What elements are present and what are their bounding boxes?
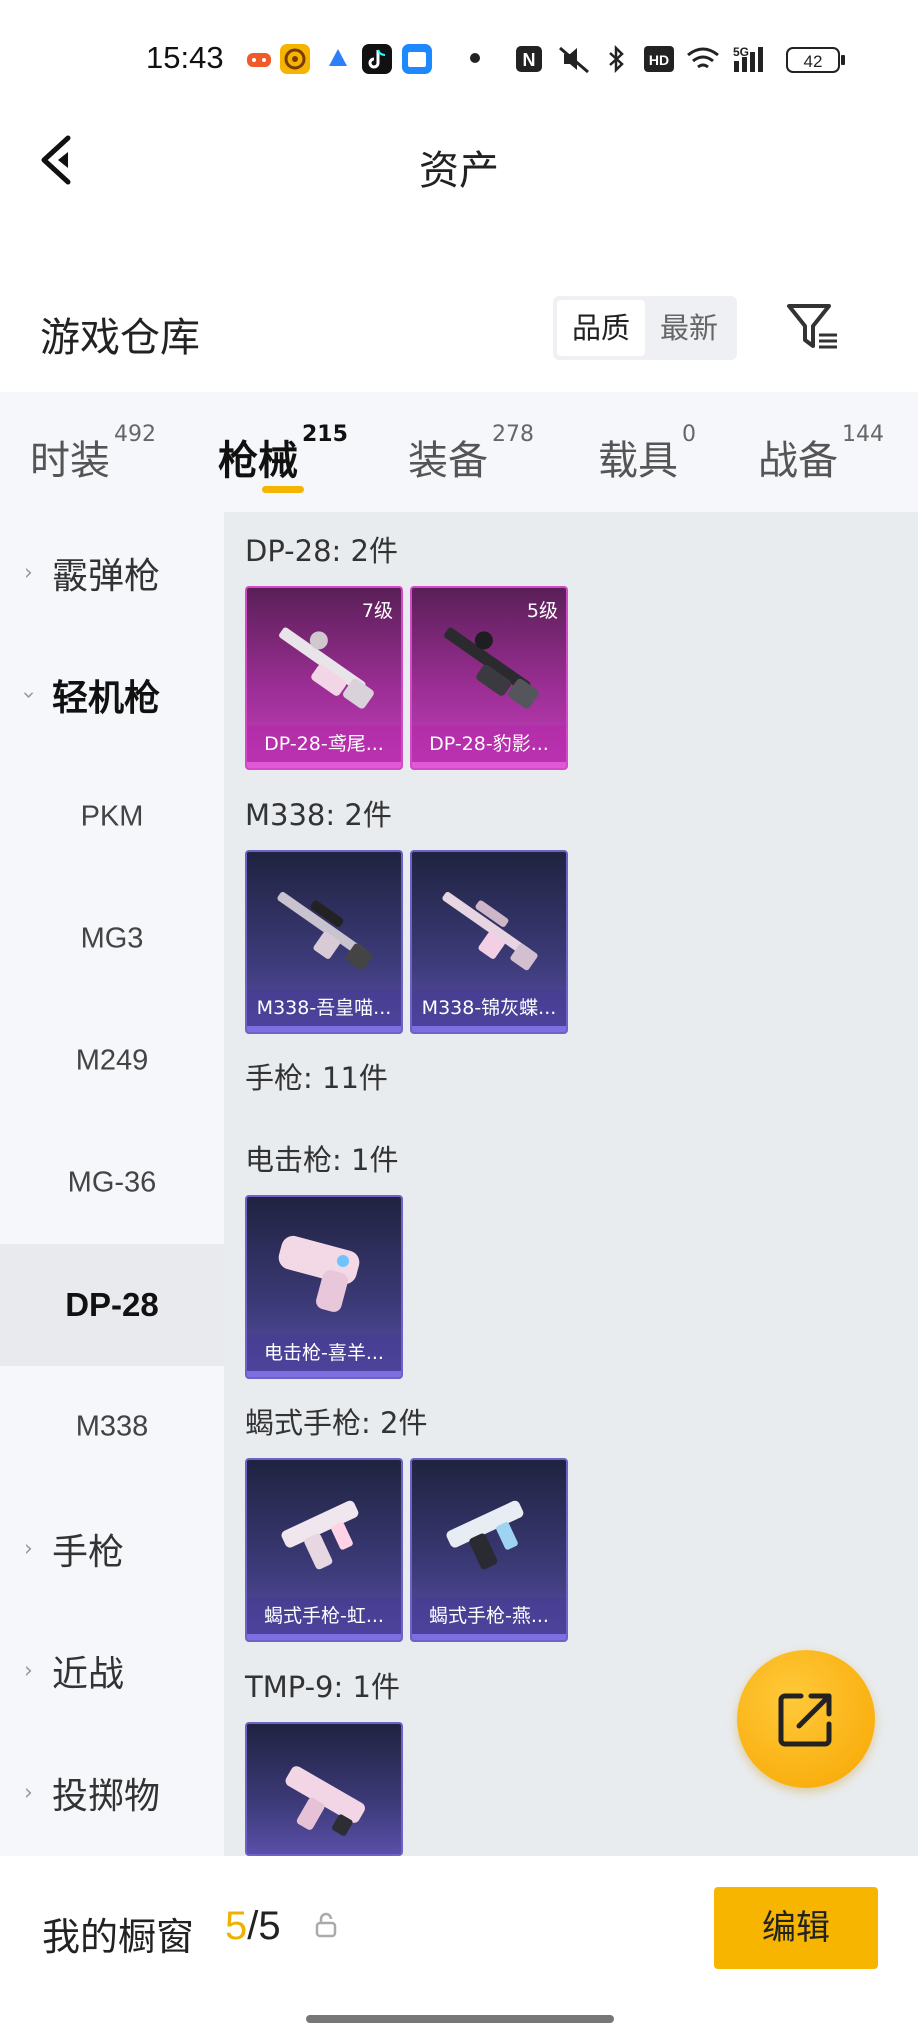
item-card[interactable] bbox=[245, 1722, 403, 1856]
home-indicator[interactable] bbox=[306, 2015, 614, 2023]
notification-dot-icon bbox=[470, 53, 480, 63]
sidebar-subitem-mg3[interactable]: MG3 bbox=[0, 878, 224, 1000]
group-title-stun-gun: 电击枪: 1件 bbox=[245, 1143, 399, 1177]
svg-text:N: N bbox=[523, 50, 536, 70]
item-card[interactable]: 5级 DP-28-豹影... bbox=[410, 586, 568, 770]
target-app-icon bbox=[280, 44, 310, 74]
rifle-image bbox=[277, 891, 373, 971]
files-app-icon bbox=[402, 44, 432, 74]
sidebar-item-melee[interactable]: › 近战 bbox=[0, 1610, 224, 1732]
status-time: 15:43 bbox=[146, 40, 224, 75]
tab-guns[interactable]: 枪械215 bbox=[218, 422, 348, 486]
svg-text:5G: 5G bbox=[733, 45, 749, 59]
status-bar: 15:43 N HD 5G 42 bbox=[0, 0, 918, 120]
tiktok-app-icon bbox=[362, 44, 392, 74]
showcase-label: 我的橱窗 bbox=[42, 1915, 195, 1959]
tab-fashion[interactable]: 时装492 bbox=[30, 422, 156, 486]
svg-text:HD: HD bbox=[649, 52, 669, 68]
item-card[interactable]: 7级 DP-28-鸢尾... bbox=[245, 586, 403, 770]
item-card[interactable]: M338-吾皇喵... bbox=[245, 850, 403, 1034]
edit-button[interactable]: 编辑 bbox=[714, 1887, 878, 1969]
sidebar-item-shotgun[interactable]: › 霰弹枪 bbox=[0, 512, 224, 634]
group-title-scorpion: 蝎式手枪: 2件 bbox=[245, 1406, 428, 1440]
machine-gun-image bbox=[444, 627, 539, 709]
item-card[interactable]: 蝎式手枪-燕... bbox=[410, 1458, 568, 1642]
bluetooth-icon bbox=[606, 44, 626, 74]
pistol-image bbox=[281, 1500, 359, 1570]
stun-gun-image bbox=[278, 1235, 360, 1312]
sidebar-subitem-m338[interactable]: M338 bbox=[0, 1366, 224, 1488]
group-title-dp28: DP-28: 2件 bbox=[245, 534, 398, 568]
share-export-button[interactable] bbox=[737, 1650, 875, 1788]
chevron-right-icon: › bbox=[24, 560, 33, 586]
sidebar-subitem-m249[interactable]: M249 bbox=[0, 1000, 224, 1122]
group-title-tmp9: TMP-9: 1件 bbox=[245, 1670, 400, 1704]
sidebar-item-throwables[interactable]: › 投掷物 bbox=[0, 1732, 224, 1854]
sort-toggle: 品质 最新 bbox=[553, 296, 737, 360]
group-title-pistol: 手枪: 11件 bbox=[245, 1061, 388, 1095]
item-card[interactable]: 蝎式手枪-虹... bbox=[245, 1458, 403, 1642]
chevron-right-icon: › bbox=[24, 1536, 33, 1562]
sidebar-subitem-pkm[interactable]: PKM bbox=[0, 756, 224, 878]
smg-image bbox=[285, 1766, 365, 1836]
rifle-image bbox=[442, 891, 538, 971]
share-icon bbox=[778, 1693, 832, 1747]
category-tabs: 时装492 枪械215 装备278 载具0 战备144 bbox=[0, 392, 918, 512]
tab-vehicles[interactable]: 载具0 bbox=[598, 422, 696, 486]
battery-icon: 42 bbox=[786, 46, 846, 74]
svg-text:42: 42 bbox=[804, 52, 823, 71]
section-title: 游戏仓库 bbox=[40, 315, 200, 361]
sidebar-item-pistol[interactable]: › 手枪 bbox=[0, 1488, 224, 1610]
filter-icon[interactable] bbox=[785, 302, 841, 352]
active-tab-indicator bbox=[262, 486, 304, 493]
group-title-m338: M338: 2件 bbox=[245, 798, 392, 832]
chevron-right-icon: › bbox=[24, 1658, 33, 1684]
machine-gun-image bbox=[279, 627, 374, 709]
cellular-5g-icon: 5G bbox=[732, 44, 776, 74]
mute-icon bbox=[556, 44, 592, 74]
chevron-right-icon: › bbox=[24, 1780, 33, 1806]
browser-app-icon bbox=[323, 44, 353, 74]
lock-icon bbox=[314, 1912, 338, 1938]
sidebar-subitem-dp28[interactable]: DP-28 bbox=[0, 1244, 224, 1366]
sort-option-newest[interactable]: 最新 bbox=[645, 300, 733, 356]
showcase-count: 5/5 bbox=[225, 1904, 281, 1948]
item-card[interactable]: 电击枪-喜羊... bbox=[245, 1195, 403, 1379]
page-title: 资产 bbox=[419, 148, 499, 194]
sidebar-item-lmg[interactable]: › 轻机枪 bbox=[0, 634, 224, 756]
weapon-type-sidebar: › 霰弹枪 › 轻机枪 PKM MG3 M249 MG-36 DP-28 M338 … bbox=[0, 512, 224, 1856]
nfc-icon: N bbox=[514, 44, 544, 74]
sort-option-quality[interactable]: 品质 bbox=[557, 300, 645, 356]
chevron-down-icon: › bbox=[15, 690, 41, 700]
tab-equipment[interactable]: 装备278 bbox=[408, 422, 534, 486]
game-app-icon bbox=[244, 44, 274, 74]
hd-icon: HD bbox=[644, 46, 674, 72]
item-card[interactable]: M338-锦灰蝶... bbox=[410, 850, 568, 1034]
tab-supplies[interactable]: 战备144 bbox=[758, 422, 884, 486]
pistol-image bbox=[446, 1500, 524, 1570]
wifi-icon bbox=[685, 44, 721, 74]
sidebar-subitem-mg36[interactable]: MG-36 bbox=[0, 1122, 224, 1244]
